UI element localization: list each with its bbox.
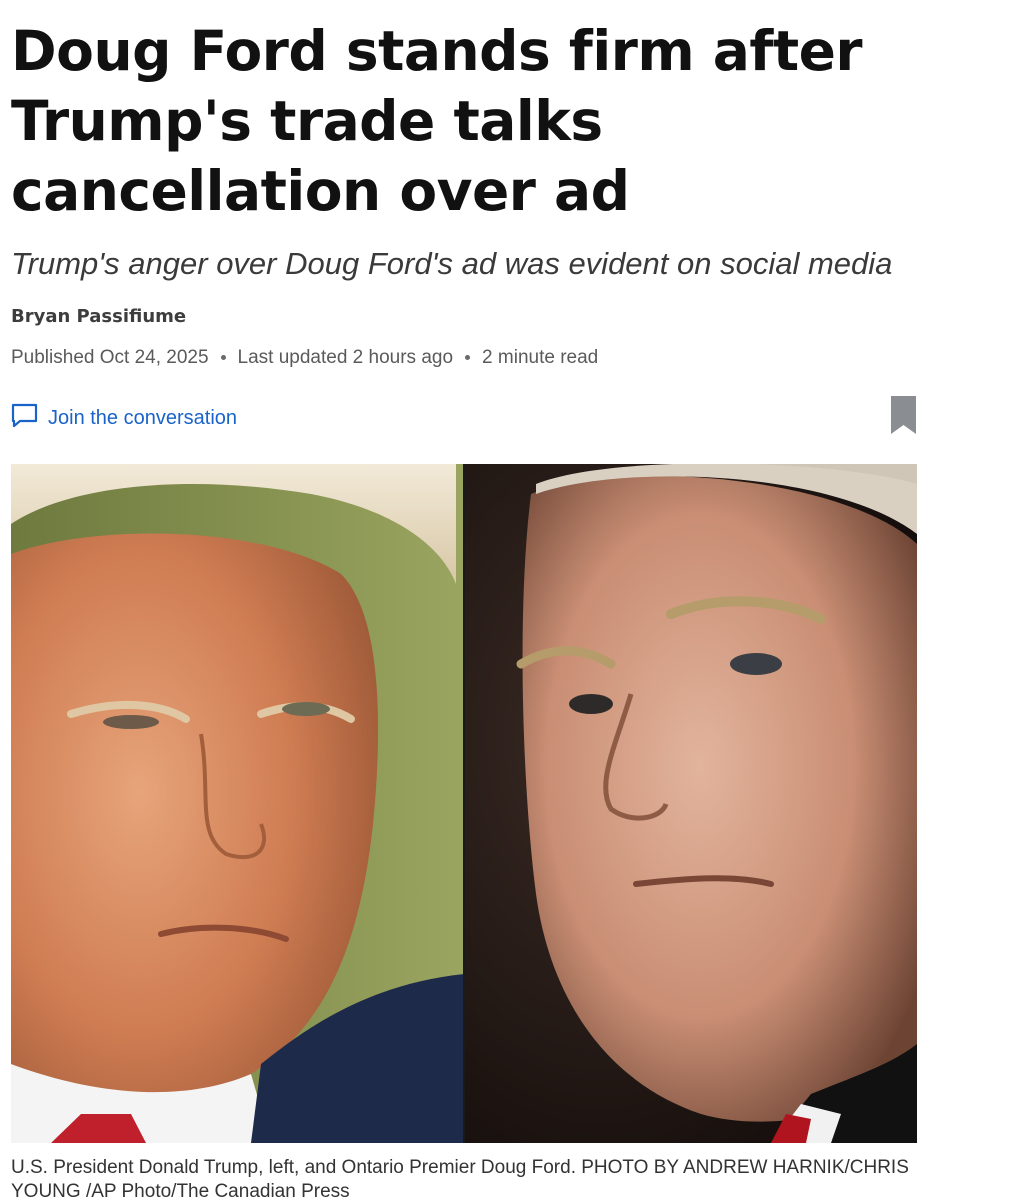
photo-divider [463,464,465,1143]
published-date: Published Oct 24, 2025 [11,347,209,368]
last-updated: Last updated 2 hours ago [237,347,454,368]
join-conversation-label: Join the conversation [48,407,238,429]
join-conversation-link[interactable]: Join the conversation [11,403,237,434]
deck-subtitle: Trump's anger over Doug Ford's ad was ev… [11,246,893,281]
left-portrait [11,464,464,1143]
article-meta: Published Oct 24, 2025 Last updated 2 ho… [11,347,917,369]
comment-icon [11,403,48,434]
separator-dot [465,354,471,360]
article-photo [11,464,917,1143]
read-time: 2 minute read [482,347,599,368]
right-portrait [464,464,917,1143]
article: Doug Ford stands firm after Trump's trad… [11,0,917,1200]
bookmark-icon[interactable] [890,395,917,440]
headline: Doug Ford stands firm after Trump's trad… [11,19,863,223]
article-actions: Join the conversation [11,395,917,439]
author-link[interactable]: Bryan Passifiume [11,306,917,327]
photo-caption: U.S. President Donald Trump, left, and O… [11,1157,909,1200]
separator-dot [220,354,226,360]
